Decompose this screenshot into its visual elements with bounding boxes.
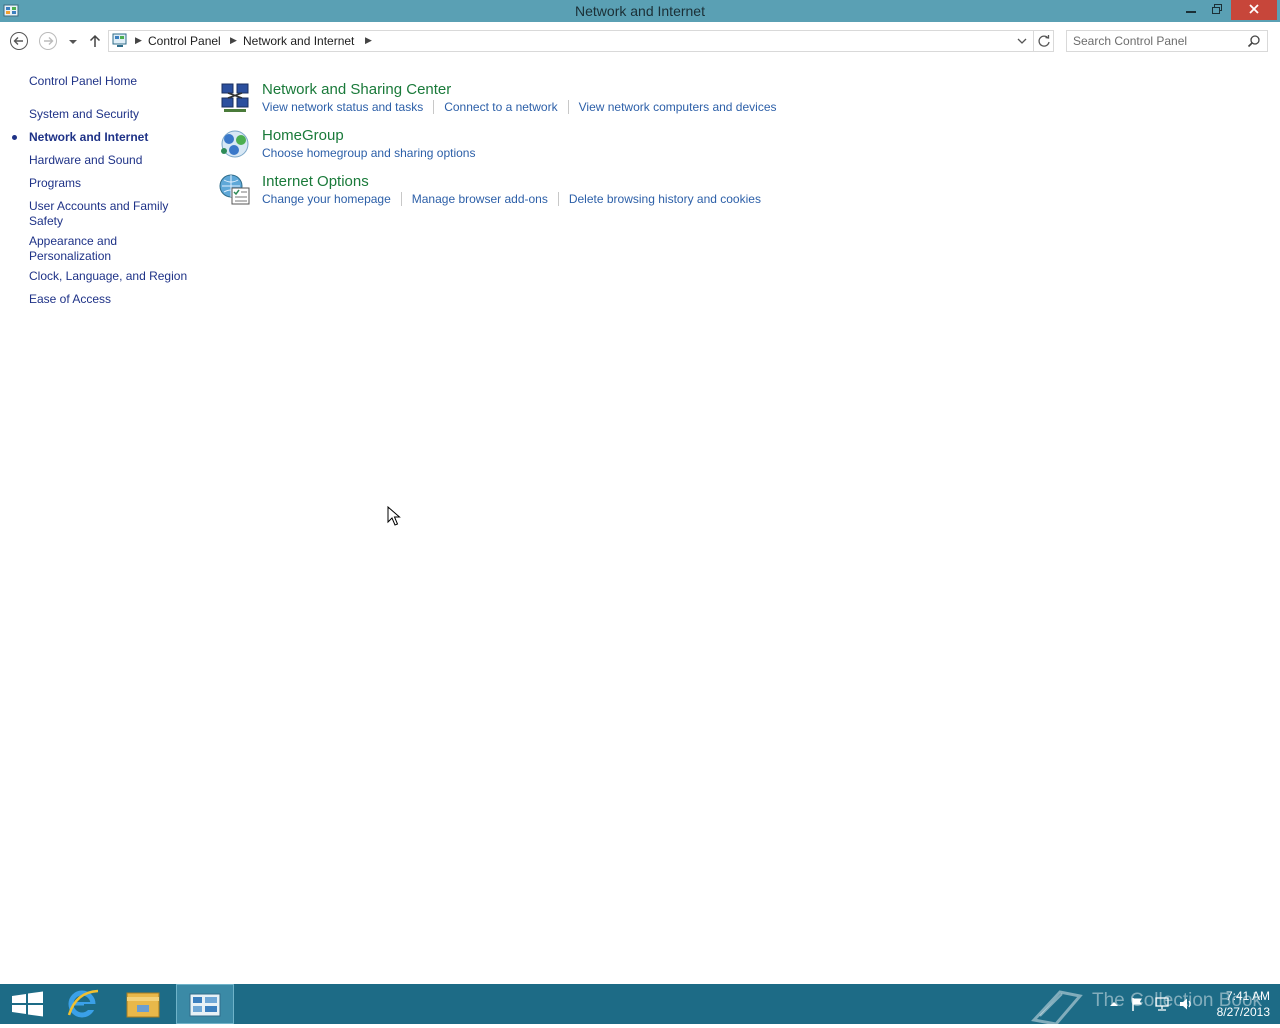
search-icon[interactable] [1247,34,1261,48]
homegroup-icon[interactable] [218,127,252,161]
up-arrow-icon[interactable] [85,31,105,51]
minimize-icon [1186,11,1196,13]
breadcrumb-separator-icon[interactable]: ▶ [365,35,372,46]
volume-icon[interactable] [1178,996,1194,1012]
link-divider [567,100,569,114]
file-explorer-taskbar-button[interactable] [115,984,171,1024]
network-icon[interactable] [1154,996,1170,1012]
action-center-flag-icon[interactable] [1130,996,1146,1012]
choose-homegroup-options-link[interactable]: Choose homegroup and sharing options [262,146,475,160]
connect-to-network-link[interactable]: Connect to a network [444,100,557,114]
recent-pages-chevron-down-icon[interactable] [63,31,83,51]
link-divider [400,192,402,206]
change-homepage-link[interactable]: Change your homepage [262,192,391,206]
refresh-icon[interactable] [1033,31,1054,51]
control-panel-icon [189,993,221,1017]
link-divider [433,100,435,114]
view-network-computers-link[interactable]: View network computers and devices [579,100,777,114]
breadcrumb-separator-icon[interactable]: ▶ [230,35,237,46]
view-network-status-link[interactable]: View network status and tasks [262,100,423,114]
link-divider [557,192,559,206]
breadcrumb-control-panel[interactable]: Control Panel [148,34,221,48]
window-title: Network and Internet [575,3,705,19]
show-hidden-icons-chevron-up-icon[interactable] [1106,996,1122,1012]
mouse-pointer-icon [387,506,401,526]
internet-explorer-taskbar-button[interactable] [54,984,110,1024]
sidebar-item-ease-of-access[interactable]: Ease of Access [29,292,189,307]
delete-browsing-history-link[interactable]: Delete browsing history and cookies [569,192,761,206]
taskbar: The Collection Book 7:41 AM 8/27/2013 [0,984,1280,1024]
back-button[interactable] [9,31,29,51]
address-bar[interactable]: ▶ Control Panel ▶ Network and Internet ▶ [108,30,1054,52]
breadcrumb-network-and-internet[interactable]: Network and Internet [243,34,354,48]
restore-icon [1212,4,1222,14]
sidebar-item-appearance[interactable]: Appearance and Personalization [29,234,129,264]
forward-button[interactable] [38,31,58,51]
homegroup-link[interactable]: HomeGroup [262,127,344,144]
sidebar-item-hardware-and-sound[interactable]: Hardware and Sound [29,153,189,168]
clock-date: 8/27/2013 [1216,1005,1270,1019]
restore-button[interactable] [1204,0,1230,20]
sidebar-item-clock-language-region[interactable]: Clock, Language, and Region [29,269,199,284]
sidebar-item-system-and-security[interactable]: System and Security [29,107,189,122]
control-panel-home-link[interactable]: Control Panel Home [29,74,189,89]
book-logo-icon [1031,990,1083,1024]
close-icon [1249,4,1259,14]
close-button[interactable] [1231,0,1277,20]
internet-options-link[interactable]: Internet Options [262,173,369,190]
network-and-sharing-center-tasks: View network status and tasks Connect to … [262,100,777,114]
search-box[interactable] [1066,30,1268,52]
title-bar: Network and Internet [0,0,1280,22]
search-input[interactable] [1073,33,1241,49]
homegroup-tasks: Choose homegroup and sharing options [262,146,475,160]
address-dropdown-chevron-down-icon[interactable] [1015,34,1029,48]
sidebar-item-user-accounts[interactable]: User Accounts and Family Safety [29,199,174,229]
sidebar-item-network-and-internet[interactable]: Network and Internet [29,130,189,145]
manage-addons-link[interactable]: Manage browser add-ons [412,192,548,206]
internet-options-icon[interactable] [218,173,252,207]
control-panel-root-icon[interactable] [111,33,129,49]
network-sharing-center-icon[interactable] [218,81,252,115]
clock-time: 7:41 AM [1225,989,1270,1003]
start-button[interactable] [0,984,56,1024]
active-item-bullet-icon [12,135,17,140]
internet-explorer-icon [67,989,99,1018]
sidebar-item-programs[interactable]: Programs [29,176,189,191]
control-panel-taskbar-button[interactable] [176,984,234,1024]
taskbar-clock[interactable]: 7:41 AM 8/27/2013 [1200,988,1270,1020]
navigation-bar: ▶ Control Panel ▶ Network and Internet ▶ [0,22,1280,60]
file-explorer-icon [126,992,160,1018]
network-and-sharing-center-link[interactable]: Network and Sharing Center [262,81,451,98]
minimize-button[interactable] [1178,0,1204,20]
breadcrumb-separator-icon[interactable]: ▶ [135,35,142,46]
internet-options-tasks: Change your homepage Manage browser add-o… [262,192,761,206]
start-icon [12,991,43,1017]
